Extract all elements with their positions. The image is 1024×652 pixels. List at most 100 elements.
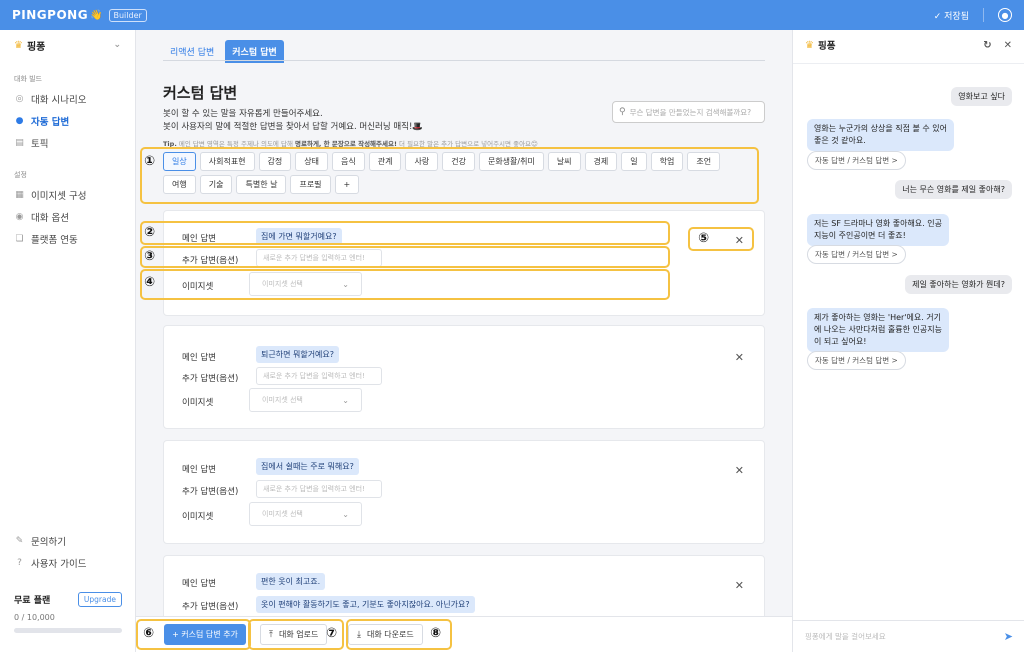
imageset-label: 이미지셋 [182,512,214,522]
search-placeholder: 무슨 답변을 만들었는지 검색해볼까요? [629,107,752,117]
tip-bold: 명료하게, 한 문장으로 작성해주세요! [295,140,397,148]
topic-icon: ▤ [15,138,24,148]
close-icon[interactable]: ✕ [735,234,744,247]
bot-selector[interactable]: ♛ 핑퐁 ⌄ [0,30,135,60]
main-answer-pill[interactable]: 편한 옷이 최고죠. [256,573,326,590]
marker-8: ⑧ [430,626,442,641]
close-icon[interactable]: ✕ [735,579,744,592]
sidebar-item-auto-reply[interactable]: ● 자동 답변 [0,110,135,132]
download-button[interactable]: ⤓ 대화 다운로드 [348,624,423,645]
plan-box: 무료 플랜 Upgrade 0 / 10,000 [0,592,136,633]
answer-link[interactable]: 자동 답변 / 커스텀 답변 > [807,151,906,170]
answer-card: 메인 답변 집에 가면 뭐할거예요? 추가 답변(옵션) 새로운 추가 답변을 … [163,210,765,316]
main-answer-label: 메인 답변 [182,579,216,589]
page-title: 커스텀 답변 [163,84,238,102]
download-icon: ⤓ [357,629,361,640]
category-chip[interactable]: 경제 [584,152,618,171]
tip-prefix: Tip. [163,140,177,148]
image-icon: ▦ [15,190,24,200]
send-icon[interactable]: ➤ [1004,630,1013,643]
option-icon: ◉ [15,212,24,222]
close-icon[interactable]: ✕ [1004,40,1012,51]
category-chip[interactable]: 프로필 [290,175,331,194]
user-icon[interactable]: ● [998,8,1012,22]
user-message: 영화보고 싶다 [951,87,1012,106]
pencil-icon: ✎ [15,536,24,546]
answer-card: 메인 답변 퇴근하면 뭐할거예요? 추가 답변(옵션) 새로운 추가 답변을 입… [163,325,765,429]
auto-reply-icon: ● [15,116,24,126]
upload-button[interactable]: ⤒ 대화 업로드 [260,624,328,645]
sidebar-item-imageset[interactable]: ▦ 이미지셋 구성 [0,184,135,206]
category-chip[interactable]: 관계 [368,152,402,171]
answer-link[interactable]: 자동 답변 / 커스텀 답변 > [807,351,906,370]
add-category-button[interactable]: + [334,175,360,194]
category-chip[interactable]: 여행 [163,175,196,194]
upgrade-button[interactable]: Upgrade [77,592,122,607]
chat-header: ♛ 핑퐁 ↻ ✕ [793,30,1024,60]
upload-icon: ⤒ [269,629,273,640]
category-chip[interactable]: 일 [621,152,647,171]
tab-divider [163,60,765,61]
category-chip[interactable]: 날씨 [547,152,581,171]
extra-answer-input[interactable]: 새로운 추가 답변을 입력하고 엔터! [256,249,382,267]
extra-answer-label: 추가 답변(옵션) [182,487,239,497]
plan-usage: 0 / 10,000 [14,613,55,622]
category-chip[interactable]: 상태 [295,152,329,171]
sidebar-item-scenario[interactable]: ◎ 대화 시나리오 [0,88,135,110]
category-chip[interactable]: 사회적표현 [199,152,255,171]
sidebar: ♛ 핑퐁 ⌄ 대화 빌드 ◎ 대화 시나리오 ● 자동 답변 ▤ 토픽 설정 ▦… [0,30,136,652]
category-chip[interactable]: 사랑 [405,152,439,171]
category-chip[interactable]: 문화생활/취미 [478,152,544,171]
extra-answer-label: 추가 답변(옵션) [182,374,239,384]
bot-message: 저는 SF 드라마나 영화 좋아해요. 인공 지능이 주인공이면 더 좋죠! [807,214,949,246]
main-content: 리액션 답변 커스텀 답변 커스텀 답변 봇이 할 수 있는 말을 자유롭게 만… [136,30,792,652]
chat-bubble-icon: ◎ [15,94,24,104]
category-chip[interactable]: 특별한 날 [236,175,287,194]
app-logo[interactable]: PINGPONG [12,8,88,22]
category-chip[interactable]: 감정 [258,152,292,171]
extra-answer-input[interactable]: 새로운 추가 답변을 입력하고 엔터! [256,480,382,498]
message-line: 좋은 것 같아요. [814,136,866,145]
category-chip[interactable]: 조언 [687,152,721,171]
marker-1: ① [144,154,156,169]
close-icon[interactable]: ✕ [735,351,744,364]
sidebar-item-contact[interactable]: ✎ 문의하기 [0,530,136,552]
category-chip[interactable]: 학업 [650,152,684,171]
sidebar-item-options[interactable]: ◉ 대화 옵션 [0,206,135,228]
download-label: 대화 다운로드 [366,630,414,639]
sidebar-item-guide[interactable]: ? 사용자 가이드 [0,552,136,574]
close-icon[interactable]: ✕ [735,464,744,477]
search-icon: ⚲ [619,107,626,117]
add-custom-answer-button[interactable]: + 커스텀 답변 추가 [164,624,246,645]
category-chip[interactable]: 기술 [199,175,233,194]
main-answer-pill[interactable]: 집에 가면 뭐할거예요? [256,228,342,245]
imageset-placeholder: 이미지셋 선택 [262,396,303,404]
imageset-placeholder: 이미지셋 선택 [262,280,303,288]
imageset-select[interactable]: 이미지셋 선택 ⌄ [249,272,362,296]
sidebar-item-topic[interactable]: ▤ 토픽 [0,132,135,154]
imageset-select[interactable]: 이미지셋 선택 ⌄ [249,388,362,412]
description-line: 봇이 사용자의 말에 적절한 답변을 찾아서 답할 거예요. 머신러닝 매직!🎩 [163,122,423,132]
bot-message: 제가 좋아하는 영화는 'Her'에요. 거기 에 나오는 사만다처럼 훌륭한 … [807,308,949,352]
main-answer-pill[interactable]: 퇴근하면 뭐할거예요? [256,346,340,363]
category-chip[interactable]: 건강 [442,152,475,171]
main-answer-pill[interactable]: 집에서 쉴때는 주로 뭐해요? [256,458,359,475]
user-message: 제일 좋아하는 영화가 뭔데? [905,275,1012,294]
extra-answer-pill[interactable]: 옷이 편해야 활동하기도 좋고, 기분도 좋아지잖아요. 아닌가요? [256,596,475,613]
top-bar: PINGPONG 👋 Builder ✓ 저장됨 ● [0,0,1024,30]
main-answer-label: 메인 답변 [182,465,216,475]
marker-6: ⑥ [143,626,155,641]
category-chip[interactable]: 일상 [163,152,196,171]
chat-input[interactable]: 핑퐁에게 말을 걸어보세요 ➤ [793,620,1024,652]
sidebar-item-label: 대화 옵션 [31,213,69,224]
answer-link[interactable]: 자동 답변 / 커스텀 답변 > [807,245,906,264]
marker-4: ④ [144,275,156,290]
chat-title: 핑퐁 [817,41,836,52]
extra-answer-input[interactable]: 새로운 추가 답변을 입력하고 엔터! [256,367,382,385]
sidebar-item-platform[interactable]: ❏ 플랫폼 연동 [0,228,135,250]
search-input[interactable]: ⚲ 무슨 답변을 만들었는지 검색해볼까요? [612,101,765,123]
refresh-icon[interactable]: ↻ [983,40,991,51]
sidebar-item-label: 자동 답변 [31,117,70,128]
imageset-select[interactable]: 이미지셋 선택 ⌄ [249,502,362,526]
category-chip[interactable]: 음식 [332,152,365,171]
